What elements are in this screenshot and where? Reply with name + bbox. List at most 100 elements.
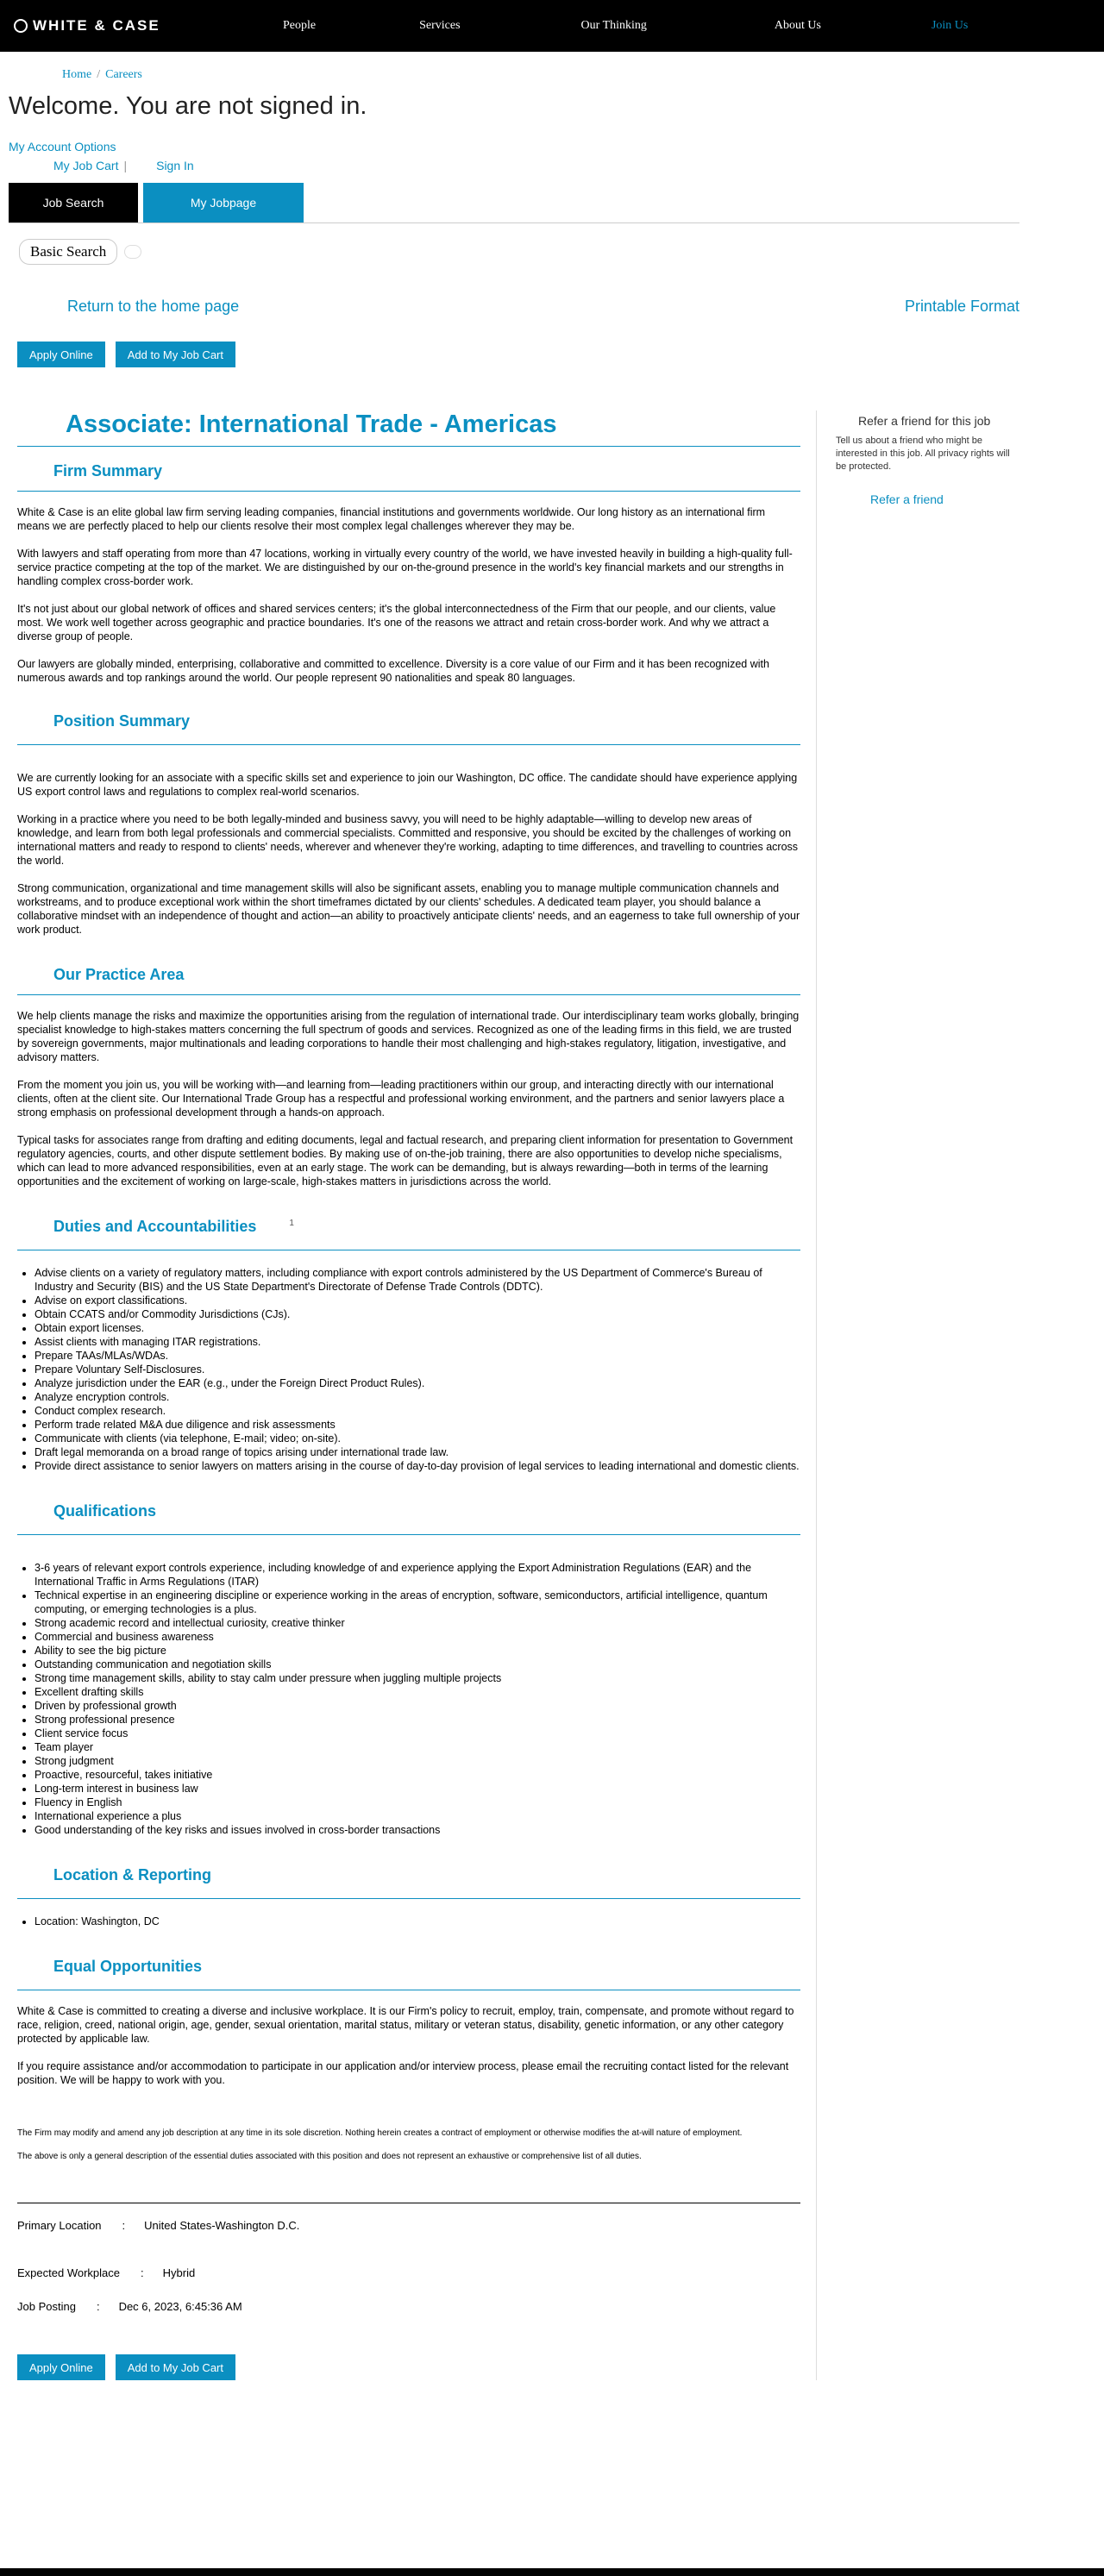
list-item: Good understanding of the key risks and … [34, 1823, 800, 1837]
list-item: Conduct complex research. [34, 1404, 800, 1418]
paragraph: Strong communication, organizational and… [17, 882, 800, 936]
paragraph: We are currently looking for an associat… [17, 772, 798, 798]
job-content: Associate: International Trade - America… [0, 411, 1104, 2380]
nav-services[interactable]: Services [419, 19, 460, 33]
refer-friend-title: Refer a friend for this job [858, 414, 991, 428]
section-heading: Equal Opportunities [53, 1958, 203, 1975]
meta-separator: : [141, 2266, 144, 2279]
meta-label: Expected Workplace [17, 2266, 120, 2279]
list-item: Strong academic record and intellectual … [34, 1616, 800, 1630]
top-navigation: WHITE & CASE People Services Our Thinkin… [0, 0, 1104, 52]
search-subtabs: Basic Search [19, 239, 1104, 265]
paragraph: We help clients manage the risks and max… [17, 1010, 800, 1063]
divider [17, 491, 800, 492]
section-heading: Our Practice Area [53, 966, 185, 983]
printable-format-link[interactable]: Printable Format [905, 298, 1019, 316]
nav-people[interactable]: People [283, 19, 316, 33]
refer-friend-panel: Refer a friend for this job Tell us abou… [816, 411, 1023, 2380]
nav-join-us[interactable]: Join Us [932, 19, 968, 33]
refer-friend-link[interactable]: Refer a friend [870, 492, 944, 506]
qualifications-section: Qualifications 3-6 years of relevant exp… [17, 1502, 800, 1837]
breadcrumb-careers[interactable]: Careers [105, 68, 142, 81]
equal-opportunities-section: Equal Opportunities White & Case is comm… [17, 1958, 800, 2087]
location-section: Location & Reporting Location: Washingto… [17, 1866, 800, 1928]
site-logo[interactable]: WHITE & CASE [14, 17, 242, 34]
paragraph: From the moment you join us, you will be… [17, 1079, 785, 1119]
list-item: Analyze encryption controls. [34, 1390, 800, 1404]
main-tabs: Job Search My Jobpage [9, 183, 1019, 223]
divider [17, 994, 800, 995]
disclaimers: The Firm may modify and amend any job de… [17, 2127, 800, 2163]
list-item: Provide direct assistance to senior lawy… [34, 1459, 800, 1473]
list-item: International experience a plus [34, 1809, 800, 1823]
tab-my-jobpage[interactable]: My Jobpage [143, 183, 304, 223]
list-item: Technical expertise in an engineering di… [34, 1589, 800, 1616]
account-links: My Job Cart | Sign In [53, 159, 1104, 172]
divider [17, 1898, 800, 1899]
list-item: Outstanding communication and negotiatio… [34, 1658, 800, 1671]
my-job-cart-link[interactable]: My Job Cart [53, 159, 118, 172]
tab-job-search[interactable]: Job Search [9, 183, 138, 223]
paragraph: With lawyers and staff operating from mo… [17, 548, 793, 587]
paragraph: It's not just about our global network o… [17, 603, 776, 642]
advanced-search-tab[interactable] [124, 245, 142, 259]
nav-our-thinking[interactable]: Our Thinking [581, 19, 647, 33]
duties-heading-text: Duties and Accountabilities [53, 1218, 257, 1235]
list-item: Excellent drafting skills [34, 1685, 800, 1699]
paragraph: Our lawyers are globally minded, enterpr… [17, 658, 769, 684]
meta-value: Hybrid [162, 2266, 196, 2279]
meta-label: Primary Location [17, 2219, 102, 2232]
meta-separator: : [122, 2219, 126, 2232]
firm-summary-section: Firm Summary White & Case is an elite gl… [17, 462, 800, 685]
section-heading: Location & Reporting [53, 1866, 211, 1883]
list-item: Prepare Voluntary Self-Disclosures. [34, 1363, 800, 1376]
refer-friend-description: Tell us about a friend who might be inte… [836, 436, 1010, 472]
list-item: Long-term interest in business law [34, 1782, 800, 1796]
logo-text: WHITE & CASE [33, 17, 160, 34]
paragraph: White & Case is an elite global law firm… [17, 506, 766, 532]
list-item: Driven by professional growth [34, 1699, 800, 1713]
list-item: Draft legal memoranda on a broad range o… [34, 1445, 800, 1459]
meta-value: Dec 6, 2023, 6:45:36 AM [118, 2300, 242, 2313]
add-to-job-cart-button[interactable]: Add to My Job Cart [115, 342, 235, 367]
list-item: Location: Washington, DC [34, 1915, 800, 1928]
paragraph: Typical tasks for associates range from … [17, 1134, 794, 1188]
account-separator: | [123, 159, 128, 172]
apply-online-button[interactable]: Apply Online [17, 2354, 105, 2380]
footer-bar [0, 2568, 1104, 2576]
add-to-job-cart-button[interactable]: Add to My Job Cart [115, 2354, 235, 2380]
breadcrumb-home[interactable]: Home [62, 68, 91, 81]
top-action-buttons: Apply Online Add to My Job Cart [17, 342, 1104, 367]
nav-about-us[interactable]: About Us [775, 19, 821, 33]
divider [17, 1534, 800, 1535]
breadcrumb: Home / Careers [0, 52, 1104, 82]
duties-section: Duties and Accountabilities 1 Advise clie… [17, 1218, 800, 1473]
breadcrumb-separator: / [97, 68, 101, 81]
return-home-link[interactable]: Return to the home page [67, 298, 239, 316]
disclaimer: The above is only a general description … [17, 2152, 642, 2161]
paragraph: White & Case is committed to creating a … [17, 2005, 794, 2045]
job-title: Associate: International Trade - America… [66, 411, 557, 438]
qualifications-list: 3-6 years of relevant export controls ex… [17, 1561, 800, 1837]
basic-search-tab[interactable]: Basic Search [19, 239, 118, 265]
section-heading: Firm Summary [53, 462, 163, 479]
list-item: Team player [34, 1740, 800, 1754]
list-item: Proactive, resourceful, takes initiative [34, 1768, 800, 1782]
section-heading: Qualifications [53, 1502, 157, 1520]
list-item: Strong time management skills, ability t… [34, 1671, 800, 1685]
apply-online-button[interactable]: Apply Online [17, 342, 105, 367]
bottom-action-buttons: Apply Online Add to My Job Cart [17, 2354, 800, 2380]
list-item: Commercial and business awareness [34, 1630, 800, 1644]
my-account-options-link[interactable]: My Account Options [9, 140, 116, 154]
meta-value: United States-Washington D.C. [144, 2219, 300, 2232]
list-item: Prepare TAAs/MLAs/WDAs. [34, 1349, 800, 1363]
paragraph: If you require assistance and/or accommo… [17, 2060, 789, 2086]
list-item: Analyze jurisdiction under the EAR (e.g.… [34, 1376, 800, 1390]
list-item: 3-6 years of relevant export controls ex… [34, 1561, 800, 1589]
practice-area-section: Our Practice Area We help clients manage… [17, 966, 800, 1188]
sign-in-link[interactable]: Sign In [156, 159, 194, 172]
section-heading: Duties and Accountabilities 1 [17, 1218, 800, 1236]
duties-list: Advise clients on a variety of regulator… [17, 1266, 800, 1473]
meta-separator: : [96, 2300, 100, 2313]
welcome-heading: Welcome. You are not signed in. [9, 92, 367, 120]
